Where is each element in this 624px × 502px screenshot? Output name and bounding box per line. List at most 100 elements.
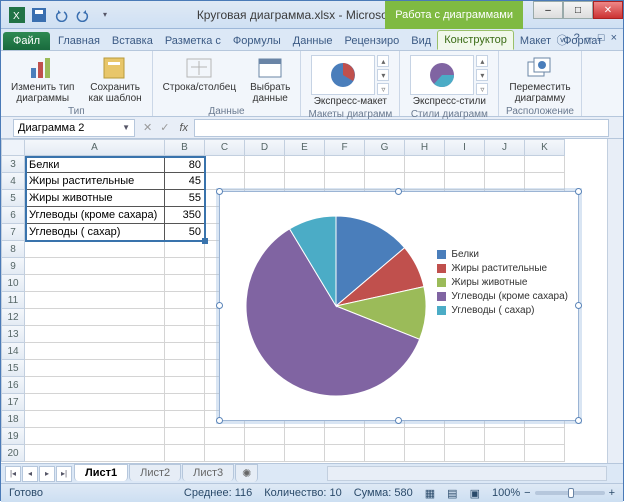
resize-handle-sw[interactable] <box>216 417 223 424</box>
cell[interactable] <box>245 428 285 445</box>
resize-handle-ne[interactable] <box>575 188 582 195</box>
col-header-D[interactable]: D <box>245 139 285 156</box>
cell[interactable] <box>25 326 165 343</box>
tab-data[interactable]: Данные <box>287 32 339 50</box>
fill-handle[interactable] <box>202 238 208 244</box>
maximize-button[interactable]: □ <box>563 1 593 19</box>
row-header[interactable]: 11 <box>1 292 25 309</box>
row-header[interactable]: 10 <box>1 275 25 292</box>
zoom-out-icon[interactable]: − <box>524 487 530 499</box>
redo-icon[interactable] <box>73 5 93 25</box>
zoom-in-icon[interactable]: + <box>609 487 615 499</box>
ribbon-minimize-icon[interactable]: ⓥ <box>557 32 568 48</box>
view-normal-icon[interactable]: ▦ <box>425 487 435 500</box>
select-data-button[interactable]: Выбрать данные <box>246 53 294 106</box>
gallery-down-icon[interactable]: ▾ <box>377 69 389 81</box>
cell[interactable]: 45 <box>165 173 205 190</box>
cell[interactable] <box>165 411 205 428</box>
cell[interactable] <box>405 445 445 462</box>
cell[interactable]: Белки <box>25 156 165 173</box>
tab-chart-design[interactable]: Конструктор <box>437 30 514 50</box>
cell[interactable] <box>205 156 245 173</box>
cell[interactable] <box>25 445 165 462</box>
doc-minimize-icon[interactable]: – <box>586 32 592 48</box>
zoom-slider[interactable] <box>535 491 605 495</box>
cell[interactable] <box>205 428 245 445</box>
tab-home[interactable]: Главная <box>52 32 106 50</box>
cell[interactable] <box>325 445 365 462</box>
select-all-corner[interactable] <box>1 139 25 156</box>
tab-formulas[interactable]: Формулы <box>227 32 287 50</box>
cell[interactable] <box>165 343 205 360</box>
tab-insert[interactable]: Вставка <box>106 32 159 50</box>
cell[interactable] <box>165 309 205 326</box>
zoom-control[interactable]: 100% − + <box>492 487 615 499</box>
legend-item[interactable]: Углеводы ( сахар) <box>437 305 568 316</box>
tab-review[interactable]: Рецензиро <box>339 32 406 50</box>
cell[interactable] <box>445 156 485 173</box>
cell[interactable] <box>25 360 165 377</box>
cell[interactable] <box>525 428 565 445</box>
doc-close-icon[interactable]: × <box>611 32 617 48</box>
cell[interactable]: 350 <box>165 207 205 224</box>
cell[interactable] <box>525 445 565 462</box>
view-page-layout-icon[interactable]: ▤ <box>447 487 457 500</box>
doc-restore-icon[interactable]: □ <box>598 32 605 48</box>
cell[interactable]: Углеводы ( сахар) <box>25 224 165 241</box>
col-header-C[interactable]: C <box>205 139 245 156</box>
cell[interactable] <box>525 173 565 190</box>
save-icon[interactable] <box>29 5 49 25</box>
fx-icon[interactable]: fx <box>179 122 188 134</box>
enter-formula-icon[interactable]: ✓ <box>156 121 173 134</box>
cell[interactable]: Углеводы (кроме сахара) <box>25 207 165 224</box>
cell[interactable] <box>25 411 165 428</box>
cell[interactable] <box>405 428 445 445</box>
cell[interactable] <box>25 309 165 326</box>
styles-gallery[interactable] <box>410 55 474 95</box>
cell[interactable] <box>285 173 325 190</box>
cell[interactable] <box>485 445 525 462</box>
cell[interactable]: 80 <box>165 156 205 173</box>
sheet-nav-first-icon[interactable]: |◂ <box>5 466 21 482</box>
cell[interactable]: 55 <box>165 190 205 207</box>
cell[interactable] <box>165 326 205 343</box>
layout-gallery[interactable] <box>311 55 375 95</box>
cell[interactable] <box>25 258 165 275</box>
col-header-H[interactable]: H <box>405 139 445 156</box>
cell[interactable] <box>445 445 485 462</box>
cell[interactable] <box>525 156 565 173</box>
view-page-break-icon[interactable]: ▣ <box>470 487 480 500</box>
cell[interactable] <box>365 428 405 445</box>
cell[interactable] <box>285 156 325 173</box>
col-header-I[interactable]: I <box>445 139 485 156</box>
chart-legend[interactable]: БелкиЖиры растительныеЖиры животныеУглев… <box>437 246 568 319</box>
formula-bar[interactable] <box>194 119 609 137</box>
col-header-B[interactable]: B <box>165 139 205 156</box>
col-header-E[interactable]: E <box>285 139 325 156</box>
cell[interactable] <box>245 173 285 190</box>
col-header-J[interactable]: J <box>485 139 525 156</box>
row-header[interactable]: 14 <box>1 343 25 360</box>
resize-handle-w[interactable] <box>216 302 223 309</box>
excel-icon[interactable]: X <box>7 5 27 25</box>
cell[interactable] <box>165 292 205 309</box>
change-chart-type-button[interactable]: Изменить тип диаграммы <box>7 53 78 106</box>
resize-handle-n[interactable] <box>395 188 402 195</box>
cell[interactable] <box>365 445 405 462</box>
qat-dropdown-icon[interactable]: ▾ <box>95 5 115 25</box>
cell[interactable] <box>325 428 365 445</box>
cell[interactable]: 50 <box>165 224 205 241</box>
cell[interactable] <box>485 428 525 445</box>
help-icon[interactable]: ? <box>574 32 580 48</box>
row-header[interactable]: 17 <box>1 394 25 411</box>
cell[interactable] <box>165 377 205 394</box>
pie-chart[interactable] <box>236 206 436 406</box>
cell[interactable] <box>445 173 485 190</box>
row-header[interactable]: 18 <box>1 411 25 428</box>
cell[interactable] <box>25 275 165 292</box>
row-header[interactable]: 9 <box>1 258 25 275</box>
cell[interactable] <box>325 156 365 173</box>
resize-handle-s[interactable] <box>395 417 402 424</box>
name-box-dropdown-icon[interactable]: ▼ <box>122 123 130 132</box>
cell[interactable] <box>25 241 165 258</box>
